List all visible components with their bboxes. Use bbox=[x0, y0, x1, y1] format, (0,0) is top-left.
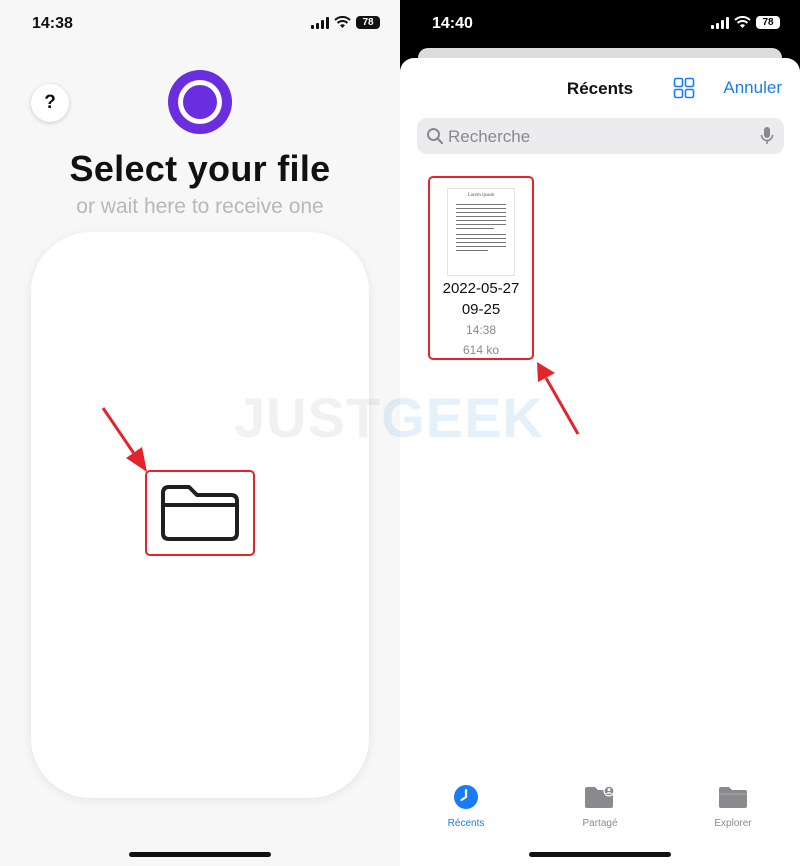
search-field[interactable]: Recherche bbox=[417, 118, 784, 154]
battery-level: 78 bbox=[762, 17, 774, 28]
home-indicator bbox=[529, 852, 671, 857]
battery-level: 78 bbox=[362, 17, 374, 28]
file-name: 2022-05-27 09-25 bbox=[430, 278, 532, 320]
help-button[interactable]: ? bbox=[31, 84, 69, 122]
folder-icon bbox=[719, 787, 747, 808]
tab-explorer[interactable]: Explorer bbox=[683, 784, 783, 829]
status-icons: 78 bbox=[311, 16, 380, 29]
status-time: 14:40 bbox=[432, 15, 473, 32]
file-size: 614 ko bbox=[462, 343, 500, 357]
battery-icon: 78 bbox=[756, 16, 780, 29]
status-bar: 14:38 78 bbox=[0, 0, 400, 50]
left-phone-screen: 14:38 78 ? Select your file or wait here… bbox=[0, 0, 400, 866]
page-title: Select your file bbox=[69, 148, 331, 189]
right-phone-screen: 14:40 78 Récents Annuler Recherche Lorem… bbox=[400, 0, 800, 866]
microphone-icon[interactable] bbox=[760, 126, 774, 146]
select-file-button[interactable] bbox=[145, 470, 255, 556]
recent-file-item[interactable]: Lorem ipsum 2022-05-27 09-25 14:38 614 k… bbox=[428, 176, 534, 360]
wifi-icon bbox=[734, 16, 751, 28]
status-icons: 78 bbox=[711, 16, 780, 29]
grid-view-icon[interactable] bbox=[673, 77, 695, 99]
tab-recents[interactable]: Récents bbox=[416, 784, 516, 829]
file-thumbnail: Lorem ipsum bbox=[448, 189, 514, 275]
cellular-signal-icon bbox=[711, 16, 729, 29]
search-placeholder: Recherche bbox=[448, 127, 531, 146]
search-icon bbox=[427, 128, 444, 145]
home-indicator bbox=[129, 852, 271, 857]
thumbnail-title: Lorem ipsum bbox=[467, 193, 495, 198]
tab-bar: Récents Partagé Explorer bbox=[400, 784, 800, 834]
file-time: 14:38 bbox=[465, 323, 497, 337]
tab-label: Explorer bbox=[714, 818, 752, 829]
clock-icon bbox=[454, 785, 478, 809]
page-subtitle: or wait here to receive one bbox=[76, 195, 324, 218]
tab-label: Récents bbox=[447, 818, 485, 829]
tab-shared[interactable]: Partagé bbox=[550, 784, 650, 829]
wifi-icon bbox=[334, 16, 351, 28]
file-picker-sheet: Récents Annuler Recherche Lorem ipsum 20… bbox=[400, 58, 800, 866]
cancel-button[interactable]: Annuler bbox=[723, 78, 782, 98]
file-name-line1: 2022-05-27 bbox=[442, 280, 520, 297]
battery-icon: 78 bbox=[356, 16, 380, 29]
file-name-line2: 09-25 bbox=[461, 301, 501, 318]
folder-icon bbox=[161, 485, 239, 541]
status-bar: 14:40 78 bbox=[400, 0, 800, 50]
status-time: 14:38 bbox=[32, 15, 73, 32]
shared-folder-icon bbox=[585, 785, 615, 808]
tab-label: Partagé bbox=[582, 818, 618, 829]
cellular-signal-icon bbox=[311, 16, 329, 29]
app-logo bbox=[168, 70, 232, 134]
